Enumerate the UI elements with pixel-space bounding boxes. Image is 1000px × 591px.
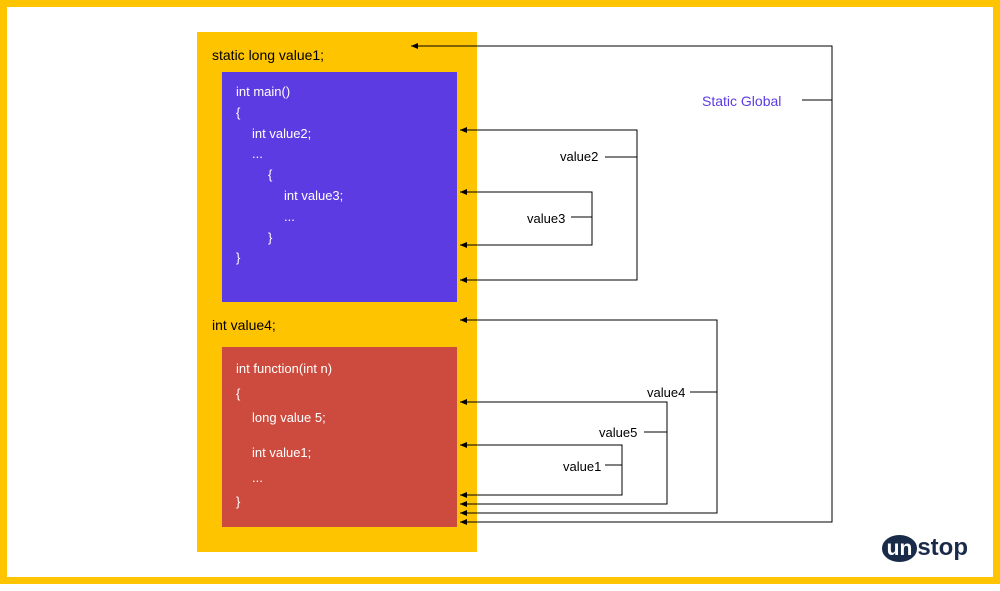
value5-label: value5 xyxy=(599,425,637,440)
code-line: { xyxy=(236,382,443,407)
code-line: ... xyxy=(236,466,443,491)
code-line: } xyxy=(236,228,443,249)
code-line: long value 5; xyxy=(236,406,443,431)
code-line: int function(int n) xyxy=(236,357,443,382)
unstop-logo: unstop xyxy=(882,534,968,562)
code-line: int value3; xyxy=(236,186,443,207)
value2-label: value2 xyxy=(560,149,598,164)
static-global-label: Static Global xyxy=(702,93,781,109)
static-long-declaration: static long value1; xyxy=(212,47,324,63)
code-line: } xyxy=(236,490,443,515)
value3-label: value3 xyxy=(527,211,565,226)
code-line: ... xyxy=(236,207,443,228)
code-line: { xyxy=(236,103,443,124)
code-line: { xyxy=(236,165,443,186)
code-line: } xyxy=(236,248,443,269)
main-function-block: int main() { int value2; ... { int value… xyxy=(222,72,457,302)
value1-label: value1 xyxy=(563,459,601,474)
code-line: ... xyxy=(236,144,443,165)
value4-label: value4 xyxy=(647,385,685,400)
scope-arrows xyxy=(7,7,1000,591)
logo-prefix: un xyxy=(882,535,918,562)
code-line: int value2; xyxy=(236,124,443,145)
int-value4-declaration: int value4; xyxy=(212,317,276,333)
function-block: int function(int n) { long value 5; int … xyxy=(222,347,457,527)
diagram-page: static long value1; int main() { int val… xyxy=(0,0,1000,584)
code-line: int value1; xyxy=(236,441,443,466)
code-line: int main() xyxy=(236,82,443,103)
logo-suffix: stop xyxy=(917,534,968,561)
